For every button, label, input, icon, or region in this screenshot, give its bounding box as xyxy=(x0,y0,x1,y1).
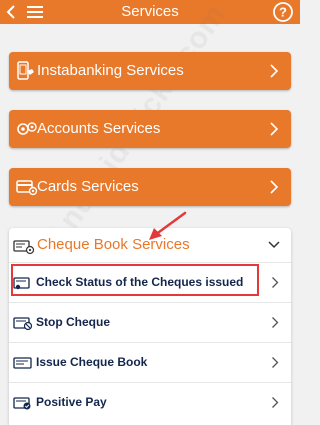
positive-pay-icon xyxy=(13,397,31,410)
list-item-label: Stop Cheque xyxy=(36,315,110,329)
issue-cheque-icon xyxy=(13,357,32,369)
annotation-highlight-box xyxy=(11,264,259,296)
help-glyph: ? xyxy=(279,5,287,20)
positive-pay-item[interactable]: Positive Pay xyxy=(9,382,291,422)
accounts-gear-icon xyxy=(17,122,37,135)
app-header: Services ? xyxy=(0,0,300,24)
instabanking-services-button[interactable]: Instabanking Services xyxy=(9,52,291,90)
list-item-label: Issue Cheque Book xyxy=(36,355,148,369)
stop-cheque-icon xyxy=(13,317,33,331)
phone-banking-icon xyxy=(17,61,34,80)
chevron-right-icon xyxy=(272,357,279,368)
chevron-right-icon xyxy=(270,64,279,78)
accounts-services-button[interactable]: Accounts Services xyxy=(9,110,291,148)
chevron-right-icon xyxy=(272,397,279,408)
issue-cheque-book-item[interactable]: Issue Cheque Book xyxy=(9,342,291,382)
cards-services-button[interactable]: Cards Services xyxy=(9,168,291,206)
cheque-book-icon xyxy=(13,240,35,255)
stop-cheque-item[interactable]: Stop Cheque xyxy=(9,302,291,342)
card-gear-icon xyxy=(16,180,38,196)
chevron-right-icon xyxy=(272,277,279,288)
chevron-right-icon xyxy=(272,317,279,328)
category-label: Accounts Services xyxy=(37,120,161,137)
chevron-down-icon xyxy=(268,241,280,249)
page-title: Services xyxy=(121,3,179,20)
chevron-right-icon xyxy=(270,180,279,194)
help-circle-icon[interactable]: ? xyxy=(272,1,294,23)
category-label: Instabanking Services xyxy=(37,62,184,79)
annotation-arrow-icon xyxy=(149,211,187,240)
chevron-right-icon xyxy=(270,122,279,136)
category-label: Cards Services xyxy=(37,178,139,195)
cheque-book-services-panel: Cheque Book Services Check Status of the… xyxy=(9,228,291,425)
list-item-label: Positive Pay xyxy=(36,395,107,409)
